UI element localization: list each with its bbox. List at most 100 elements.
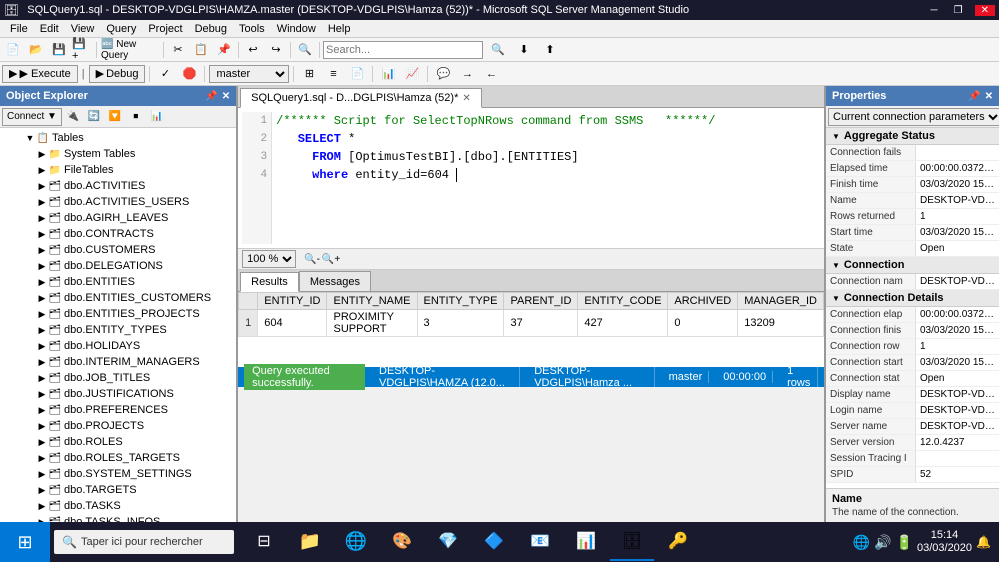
roles-node[interactable]: ▶ 🗂 dbo.ROLES xyxy=(0,434,236,450)
redo-btn[interactable]: ↪ xyxy=(265,40,287,60)
ent-proj-expand[interactable]: ▶ xyxy=(36,308,48,320)
job-expand[interactable]: ▶ xyxy=(36,372,48,384)
cancel-btn[interactable]: 🛑 xyxy=(178,64,200,84)
undo-btn[interactable]: ↩ xyxy=(242,40,264,60)
delegations-node[interactable]: ▶ 🗂 dbo.DELEGATIONS xyxy=(0,258,236,274)
projects-node[interactable]: ▶ 🗂 dbo.PROJECTS xyxy=(0,418,236,434)
cell-entity-name[interactable]: PROXIMITY SUPPORT xyxy=(327,310,417,337)
agirh-expand[interactable]: ▶ xyxy=(36,212,48,224)
tasks-info-node[interactable]: ▶ 🗂 dbo.TASKS_INFOS xyxy=(0,514,236,522)
cell-manager-id[interactable]: 13209 xyxy=(738,310,824,337)
activities-expand[interactable]: ▶ xyxy=(36,180,48,192)
projects-expand[interactable]: ▶ xyxy=(36,420,48,432)
taskbar-item-ssms[interactable]: 🗄 xyxy=(610,523,654,561)
cell-entity-id[interactable]: 604 xyxy=(258,310,327,337)
just-node[interactable]: ▶ 🗂 dbo.JUSTIFICATIONS xyxy=(0,386,236,402)
entities-node[interactable]: ▶ 🗂 dbo.ENTITIES xyxy=(0,274,236,290)
sys-settings-node[interactable]: ▶ 🗂 dbo.SYSTEM_SETTINGS xyxy=(0,466,236,482)
tasks-expand[interactable]: ▶ xyxy=(36,500,48,512)
holidays-node[interactable]: ▶ 🗂 dbo.HOLIDAYS xyxy=(0,338,236,354)
col-parent-id[interactable]: PARENT_ID xyxy=(504,293,578,310)
taskbar-item-excel[interactable]: 📊 xyxy=(564,523,608,561)
activities-users-node[interactable]: ▶ 🗂 dbo.ACTIVITIES_USERS xyxy=(0,194,236,210)
cut-btn[interactable]: ✂ xyxy=(167,40,189,60)
indent-btn[interactable]: → xyxy=(456,64,478,84)
interim-node[interactable]: ▶ 🗂 dbo.INTERIM_MANAGERS xyxy=(0,354,236,370)
new-query-btn[interactable]: 🔤 New Query xyxy=(100,40,160,60)
connect-button[interactable]: Connect ▼ xyxy=(2,108,62,126)
taskbar-item-edge[interactable]: 🌐 xyxy=(334,523,378,561)
taskbar-item-explorer[interactable]: 📁 xyxy=(288,523,332,561)
delegations-expand[interactable]: ▶ xyxy=(36,260,48,272)
menu-file[interactable]: File xyxy=(4,20,34,37)
results-grid-btn[interactable]: ⊞ xyxy=(298,64,320,84)
search-next-btn[interactable]: ⬇ xyxy=(513,40,535,60)
query-tab-close[interactable]: ✕ xyxy=(462,93,470,104)
contracts-expand[interactable]: ▶ xyxy=(36,228,48,240)
search-bar[interactable]: 🔍 Taper ici pour rechercher xyxy=(54,530,234,554)
tables-expand[interactable]: ▼ xyxy=(24,132,36,144)
col-entity-id[interactable]: ENTITY_ID xyxy=(258,293,327,310)
customers-node[interactable]: ▶ 🗂 dbo.CUSTOMERS xyxy=(0,242,236,258)
search-input[interactable] xyxy=(323,41,483,59)
targets-expand[interactable]: ▶ xyxy=(36,484,48,496)
cell-archived[interactable]: 0 xyxy=(668,310,738,337)
zoom-in-btn[interactable]: 🔍+ xyxy=(322,254,340,265)
comment-btn[interactable]: 💬 xyxy=(432,64,454,84)
col-entity-code[interactable]: ENTITY_CODE xyxy=(578,293,668,310)
taskbar-item-taskview[interactable]: ⊟ xyxy=(242,523,286,561)
roles-expand[interactable]: ▶ xyxy=(36,436,48,448)
interim-expand[interactable]: ▶ xyxy=(36,356,48,368)
paste-btn[interactable]: 📌 xyxy=(213,40,235,60)
prop-close-btn[interactable]: ✕ xyxy=(985,91,993,102)
agirh-node[interactable]: ▶ 🗂 dbo.AGIRH_LEAVES xyxy=(0,210,236,226)
results-text-btn[interactable]: ≡ xyxy=(322,64,344,84)
menu-query[interactable]: Query xyxy=(100,20,142,37)
oe-disconnect-btn[interactable]: 🔌 xyxy=(63,108,83,126)
system-expand[interactable]: ▶ xyxy=(36,148,48,160)
holidays-expand[interactable]: ▶ xyxy=(36,340,48,352)
database-select[interactable]: master xyxy=(209,65,289,83)
debug-btn[interactable]: ▶ Debug xyxy=(89,65,146,83)
col-archived[interactable]: ARCHIVED xyxy=(668,293,738,310)
pref-expand[interactable]: ▶ xyxy=(36,404,48,416)
just-expand[interactable]: ▶ xyxy=(36,388,48,400)
sql-editor[interactable]: 1 2 3 4 /****** Script for SelectTopNRow… xyxy=(238,108,824,248)
oe-close-btn[interactable]: ✕ xyxy=(222,91,230,102)
sys-expand[interactable]: ▶ xyxy=(36,468,48,480)
tables-node[interactable]: ▼ 📋 Tables xyxy=(0,130,236,146)
taskbar-item-app2[interactable]: 🔑 xyxy=(656,523,700,561)
menu-help[interactable]: Help xyxy=(322,20,357,37)
cell-parent-id[interactable]: 37 xyxy=(504,310,578,337)
contracts-node[interactable]: ▶ 🗂 dbo.CONTRACTS xyxy=(0,226,236,242)
tasks-node[interactable]: ▶ 🗂 dbo.TASKS xyxy=(0,498,236,514)
job-node[interactable]: ▶ 🗂 dbo.JOB_TITLES xyxy=(0,370,236,386)
aggregate-status-section[interactable]: ▼ Aggregate Status xyxy=(826,128,999,145)
ent-cust-node[interactable]: ▶ 🗂 dbo.ENTITIES_CUSTOMERS xyxy=(0,290,236,306)
file-tables-node[interactable]: ▶ 📁 FileTables xyxy=(0,162,236,178)
zoom-select[interactable]: 100 % xyxy=(242,250,296,268)
prop-pin-btn[interactable]: 📌 xyxy=(968,91,980,102)
search-btn[interactable]: 🔍 xyxy=(294,40,316,60)
file-expand[interactable]: ▶ xyxy=(36,164,48,176)
oe-filter-btn[interactable]: 🔽 xyxy=(105,108,125,126)
targets-node[interactable]: ▶ 🗂 dbo.TARGETS xyxy=(0,482,236,498)
col-entity-type[interactable]: ENTITY_TYPE xyxy=(417,293,504,310)
ent-type-node[interactable]: ▶ 🗂 dbo.ENTITY_TYPES xyxy=(0,322,236,338)
customers-expand[interactable]: ▶ xyxy=(36,244,48,256)
taskbar-item-ai[interactable]: 💎 xyxy=(426,523,470,561)
save-btn[interactable]: 💾 xyxy=(48,40,70,60)
activities-node[interactable]: ▶ 🗂 dbo.ACTIVITIES xyxy=(0,178,236,194)
oe-pin-btn[interactable]: 📌 xyxy=(205,91,217,102)
roles-tgt-node[interactable]: ▶ 🗂 dbo.ROLES_TARGETS xyxy=(0,450,236,466)
conn-details-section[interactable]: ▼ Connection Details xyxy=(826,290,999,307)
messages-tab[interactable]: Messages xyxy=(299,271,371,291)
copy-btn[interactable]: 📋 xyxy=(190,40,212,60)
roles-tgt-expand[interactable]: ▶ xyxy=(36,452,48,464)
menu-debug[interactable]: Debug xyxy=(189,20,233,37)
results-tab[interactable]: Results xyxy=(240,272,299,292)
oe-report-btn[interactable]: 📊 xyxy=(147,108,167,126)
menu-edit[interactable]: Edit xyxy=(34,20,65,37)
ent-cust-expand[interactable]: ▶ xyxy=(36,292,48,304)
close-btn[interactable]: ✕ xyxy=(975,5,995,16)
